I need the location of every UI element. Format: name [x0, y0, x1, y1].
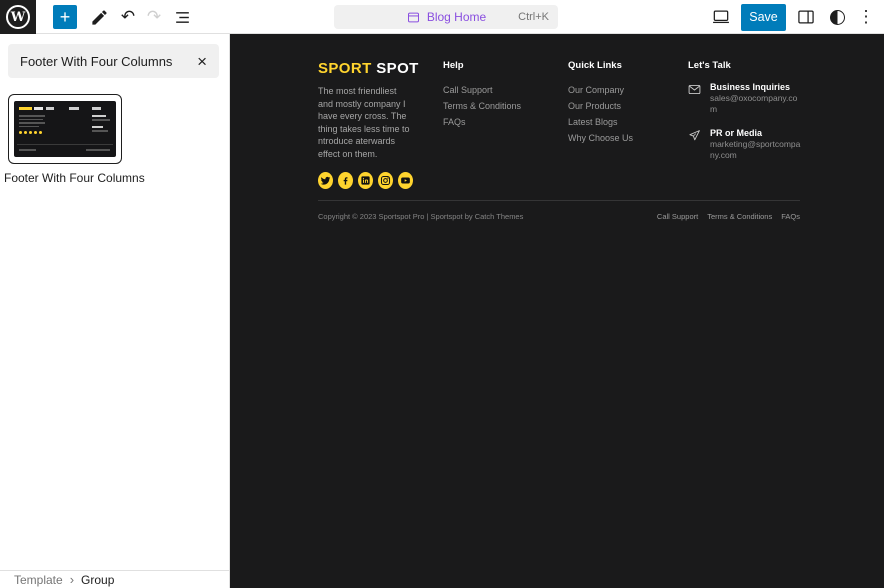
document-bar[interactable]: Blog Home Ctrl+K — [334, 5, 558, 29]
kebab-icon: ⋮ — [858, 7, 875, 26]
bottom-link[interactable]: FAQs — [781, 212, 800, 221]
quick-link[interactable]: Our Products — [568, 98, 658, 114]
site-logo[interactable]: SPORT SPOT — [318, 60, 413, 77]
help-link[interactable]: Terms & Conditions — [443, 98, 538, 114]
youtube-icon — [400, 175, 411, 186]
redo-button[interactable]: ↷ — [143, 6, 165, 28]
breadcrumb-template[interactable]: Template — [14, 573, 63, 587]
undo-icon: ↶ — [121, 7, 135, 27]
help-link[interactable]: Call Support — [443, 82, 538, 98]
close-panel-button[interactable]: × — [197, 53, 207, 70]
help-links: Call Support Terms & Conditions FAQs — [443, 82, 538, 130]
view-button[interactable] — [710, 6, 732, 28]
youtube-link[interactable] — [398, 172, 413, 189]
facebook-link[interactable] — [338, 172, 353, 189]
footer-description: The most friendliest and mostly company … — [318, 85, 413, 161]
template-icon — [406, 10, 421, 25]
close-icon: × — [197, 52, 207, 71]
help-heading: Help — [443, 60, 538, 71]
bottom-link[interactable]: Terms & Conditions — [707, 212, 772, 221]
contact-row: Business Inquiries sales@oxocompany.com — [688, 82, 803, 115]
command-shortcut: Ctrl+K — [518, 11, 549, 23]
document-title: Blog Home — [427, 10, 486, 24]
editor-top-bar: W + ↶ ↷ Blog Home Ctrl+K — [0, 0, 884, 34]
envelope-icon — [688, 82, 701, 115]
quick-links-heading: Quick Links — [568, 60, 658, 71]
copyright-text: Copyright © 2023 Sportspot Pro | Sportsp… — [318, 212, 523, 221]
facebook-icon — [340, 175, 351, 186]
document-overview-button[interactable] — [171, 6, 193, 28]
contact-email[interactable]: sales@oxocompany.com — [710, 93, 803, 115]
pattern-panel-header: Footer With Four Columns × — [8, 44, 219, 78]
tools-button[interactable] — [88, 6, 110, 28]
quick-link[interactable]: Our Company — [568, 82, 658, 98]
contact-row: PR or Media marketing@sportcompany.com — [688, 128, 803, 161]
footer-bottom-bar: Copyright © 2023 Sportspot Pro | Sportsp… — [318, 212, 800, 221]
plus-icon: + — [60, 6, 71, 28]
breadcrumb: Template › Group — [0, 570, 229, 588]
logo-part-2: SPOT — [376, 60, 418, 77]
block-inserter-button[interactable]: + — [53, 5, 77, 29]
footer-columns: SPORT SPOT The most friendliest and most… — [318, 60, 803, 189]
footer-contact-column: Let's Talk Business Inquiries sales@oxoc… — [688, 60, 803, 189]
top-bar-right-tools: Save ⋮ — [710, 0, 875, 34]
social-links — [318, 172, 413, 189]
lets-talk-heading: Let's Talk — [688, 60, 803, 71]
editor-canvas: SPORT SPOT The most friendliest and most… — [230, 34, 884, 588]
footer-quicklinks-column: Quick Links Our Company Our Products Lat… — [568, 60, 658, 189]
linkedin-icon — [360, 175, 371, 186]
bottom-link[interactable]: Call Support — [657, 212, 698, 221]
instagram-link[interactable] — [378, 172, 393, 189]
undo-button[interactable]: ↶ — [117, 6, 139, 28]
help-link[interactable]: FAQs — [443, 114, 538, 130]
laptop-icon — [711, 7, 731, 27]
pattern-preview-image — [14, 101, 116, 157]
contact-email[interactable]: marketing@sportcompany.com — [710, 139, 803, 161]
footer-help-column: Help Call Support Terms & Conditions FAQ… — [443, 60, 538, 189]
twitter-link[interactable] — [318, 172, 333, 189]
linkedin-link[interactable] — [358, 172, 373, 189]
panel-title: Footer With Four Columns — [20, 54, 197, 69]
breadcrumb-group[interactable]: Group — [81, 573, 114, 587]
twitter-icon — [320, 175, 331, 186]
wordpress-icon: W — [6, 5, 30, 29]
sidebar-panel-icon — [796, 7, 816, 27]
save-button[interactable]: Save — [741, 4, 786, 31]
contact-label: PR or Media — [710, 128, 803, 139]
pattern-label: Footer With Four Columns — [4, 171, 145, 185]
list-view-icon — [173, 8, 192, 27]
footer-bottom-links: Call Support Terms & Conditions FAQs — [657, 212, 800, 221]
pattern-thumbnail[interactable] — [8, 94, 122, 164]
redo-icon: ↷ — [147, 7, 161, 27]
quick-links: Our Company Our Products Latest Blogs Wh… — [568, 82, 658, 146]
settings-sidebar-button[interactable] — [795, 6, 817, 28]
footer-divider — [318, 200, 800, 201]
quick-link[interactable]: Latest Blogs — [568, 114, 658, 130]
styles-contrast-icon — [830, 10, 845, 25]
options-menu-button[interactable]: ⋮ — [857, 7, 875, 27]
chevron-right-icon: › — [70, 572, 74, 587]
styles-button[interactable] — [826, 6, 848, 28]
logo-part-1: SPORT — [318, 60, 372, 77]
wordpress-logo-button[interactable]: W — [0, 0, 36, 34]
pattern-sidebar: Footer With Four Columns × — [0, 34, 230, 588]
send-icon — [688, 128, 701, 161]
pencil-icon — [90, 8, 109, 27]
footer-brand-column: SPORT SPOT The most friendliest and most… — [318, 60, 413, 189]
instagram-icon — [380, 175, 391, 186]
contact-label: Business Inquiries — [710, 82, 803, 93]
quick-link[interactable]: Why Choose Us — [568, 130, 658, 146]
